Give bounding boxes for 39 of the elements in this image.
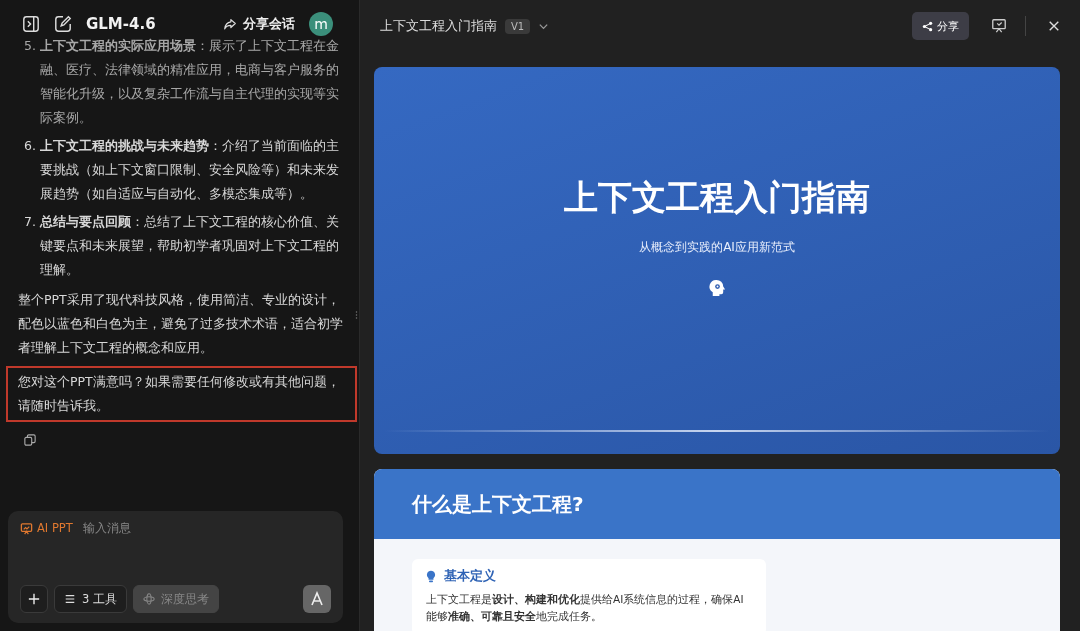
atom-icon xyxy=(143,593,155,605)
list-item-text: 上下文工程的实际应用场景：展示了上下文工程在金融、医疗、法律领域的精准应用，电商与客户服务的智能化升级，以及复杂工作流与自主代理的实现等实际案例。 xyxy=(40,37,340,127)
presentation-icon xyxy=(20,521,33,535)
share-button[interactable]: 分享 xyxy=(912,12,969,40)
slide-subtitle: 从概念到实践的AI应用新范式 xyxy=(639,238,795,256)
share-icon xyxy=(922,20,933,32)
highlighted-paragraph: 您对这个PPT满意吗？如果需要任何修改或有其他问题，请随时告诉我。 xyxy=(6,366,357,422)
tools-button[interactable]: 3 工具 xyxy=(54,585,127,613)
version-badge[interactable]: V1 xyxy=(505,18,531,34)
close-icon[interactable] xyxy=(1048,20,1060,32)
share-chat-button[interactable]: 分享会话 xyxy=(223,15,295,33)
slide-title: 上下文工程入门指南 xyxy=(564,175,870,219)
message-paragraph: 整个PPT采用了现代科技风格，使用简洁、专业的设计，配色以蓝色和白色为主，避免了过多技术术语，适合初学者理解上下文工程的概念和应用。 xyxy=(18,291,344,357)
card-title: 基本定义 xyxy=(444,567,496,585)
card-text: 上下文工程是设计、构建和优化提供给AI系统信息的过程，确保AI能够准确、可靠且安全地完成任务。 xyxy=(426,592,745,624)
message-input[interactable]: 输入消息 xyxy=(82,521,331,535)
list-icon xyxy=(64,593,76,605)
presentation-icon[interactable] xyxy=(991,18,1007,34)
send-button[interactable] xyxy=(303,585,331,613)
lightbulb-icon xyxy=(426,569,436,583)
model-name[interactable]: GLM-4.6 xyxy=(86,15,156,33)
list-item-text: 总结与要点回顾：总结了上下文工程的核心价值、关键要点和未来展望，帮助初学者巩固对上下文工程的理解。 xyxy=(40,213,340,279)
resize-handle-icon[interactable] xyxy=(355,310,358,320)
sidebar-toggle-icon[interactable] xyxy=(22,15,40,33)
list-number: 7. xyxy=(23,213,36,231)
send-icon xyxy=(309,591,325,607)
copy-icon[interactable] xyxy=(24,434,36,446)
add-button[interactable] xyxy=(20,585,48,613)
ai-ppt-mode-tag[interactable]: AI PPT xyxy=(20,521,73,535)
document-title: 上下文工程入门指南 xyxy=(380,17,497,35)
user-avatar[interactable]: m xyxy=(309,12,333,36)
new-chat-icon[interactable] xyxy=(54,15,72,33)
slide-title: 什么是上下文工程? xyxy=(412,490,584,518)
list-item-text: 上下文工程的挑战与未来趋势：介绍了当前面临的主要挑战（如上下文窗口限制、安全风险等）和未来发展趋势（如自适应与自动化、多模态集成等）。 xyxy=(40,137,340,203)
list-number: 5. xyxy=(23,37,36,55)
plus-icon xyxy=(28,593,40,605)
list-number: 6. xyxy=(23,137,36,155)
head-gear-icon xyxy=(707,277,727,297)
share-arrow-icon xyxy=(223,17,237,31)
